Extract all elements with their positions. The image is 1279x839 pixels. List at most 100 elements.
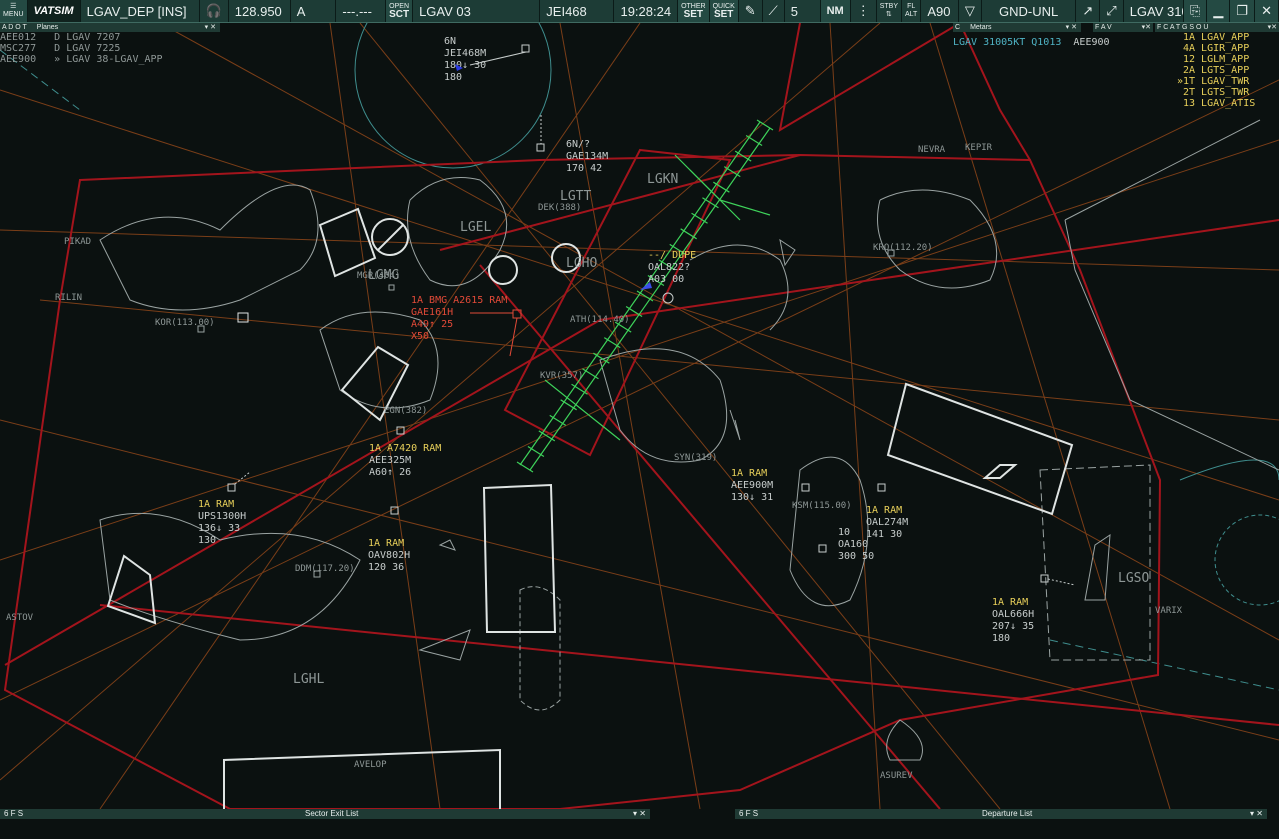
fav-list-header-box[interactable]: F A V ▾✕ bbox=[1093, 23, 1153, 32]
svg-text:6N/?: 6N/? bbox=[566, 139, 590, 150]
list-item[interactable]: 12 LGLM_APP bbox=[1155, 54, 1279, 65]
selected-callsign[interactable]: JEI468 bbox=[540, 0, 615, 22]
top-toolbar: ☰ MENU VATSIM LGAV_DEP [INS] 🎧 128.950 A … bbox=[0, 0, 1279, 23]
fix-pikad: PIKAD bbox=[64, 237, 91, 247]
svg-text:1A RAM: 1A RAM bbox=[731, 468, 767, 479]
planes-list-header[interactable]: A D O T Planes ▾ ✕ bbox=[0, 23, 220, 32]
fix-ddm: DDM(117.20) bbox=[295, 564, 355, 574]
sector-exit-list-title: Sector Exit List bbox=[305, 809, 359, 818]
airport-lghl: LGHL bbox=[293, 672, 324, 687]
svg-text:AEE325M: AEE325M bbox=[369, 455, 411, 466]
close-icon[interactable]: ✕ bbox=[1255, 0, 1279, 22]
fav-list-header[interactable]: F A V ▾✕ bbox=[1093, 23, 1153, 32]
svg-text:120 36: 120 36 bbox=[368, 562, 404, 573]
profile-display[interactable]: LGAV 310 bbox=[1124, 0, 1185, 22]
svg-text:136↓ 33: 136↓ 33 bbox=[198, 523, 240, 534]
fix-asurev: ASUREV bbox=[880, 771, 913, 781]
vector-icon[interactable]: ⤢ bbox=[1100, 0, 1124, 22]
position-label[interactable]: LGAV_DEP [INS] bbox=[81, 0, 200, 22]
fix-ksm: KSM(115.00) bbox=[792, 501, 852, 511]
fix-varix: VARIX bbox=[1155, 606, 1183, 616]
secondary-frequency[interactable]: ---.--- bbox=[336, 0, 387, 22]
atis-letter[interactable]: A bbox=[291, 0, 337, 22]
sector-exit-list-bar[interactable]: 6 F S Sector Exit List ▾ ✕ bbox=[0, 809, 650, 819]
list-item[interactable]: MSC277 D LGAV 7225 bbox=[0, 43, 220, 54]
gnd-filter[interactable]: GND-UNL bbox=[982, 0, 1077, 22]
svg-text:OAL666H: OAL666H bbox=[992, 609, 1034, 620]
list-item[interactable]: »1T LGAV_TWR bbox=[1155, 76, 1279, 87]
metar-list-close-icon[interactable]: ▾ ✕ bbox=[1066, 23, 1081, 32]
fix-nevra: NEVRA bbox=[918, 145, 946, 155]
frequency-list-header[interactable]: F C A T G S O U ▾✕ bbox=[1155, 23, 1279, 32]
metar-list[interactable]: C Metars ▾ ✕ bbox=[953, 23, 1081, 32]
export-icon[interactable]: ⎘ bbox=[1184, 0, 1208, 22]
svg-text:OA160: OA160 bbox=[838, 539, 868, 550]
svg-text:OAL822?: OAL822? bbox=[648, 262, 690, 273]
airport-lgkn: LGKN bbox=[647, 172, 678, 187]
filter-icon[interactable]: ▽ bbox=[959, 0, 982, 22]
fix-kro: KRO(112.20) bbox=[873, 243, 933, 253]
planes-list[interactable]: A D O T Planes ▾ ✕ AEE012 D LGAV 7207 MS… bbox=[0, 23, 220, 65]
list-item[interactable]: 13 LGAV_ATIS bbox=[1155, 98, 1279, 109]
svg-text:180: 180 bbox=[444, 72, 462, 83]
svg-text:1A RAM: 1A RAM bbox=[368, 538, 404, 549]
menu-icon: ☰ bbox=[10, 3, 17, 10]
list-item[interactable]: 2A LGTS_APP bbox=[1155, 65, 1279, 76]
radar-scope[interactable]: DEK(388) MGR(404) KOR(113.00) KVR(357) E… bbox=[0, 23, 1279, 809]
fl-alt-button[interactable]: FL ALT bbox=[902, 0, 922, 22]
filter-display[interactable]: A90 bbox=[921, 0, 959, 22]
list-item[interactable]: AEE012 D LGAV 7207 bbox=[0, 32, 220, 43]
list-item[interactable]: AEE900 » LGAV 38-LGAV_APP bbox=[0, 54, 220, 65]
other-set-button[interactable]: OTHER SET bbox=[678, 0, 710, 22]
route-icon[interactable]: ↗ bbox=[1076, 0, 1101, 22]
svg-text:GAE161H: GAE161H bbox=[411, 307, 453, 318]
stby-button[interactable]: STBY ⇅ bbox=[877, 0, 903, 22]
fix-avelop: AVELOP bbox=[354, 760, 387, 770]
list-item[interactable]: 2T LGTS_TWR bbox=[1155, 87, 1279, 98]
list-item[interactable]: 4A LGIR_APP bbox=[1155, 43, 1279, 54]
sector-exit-close-icon[interactable]: ▾ ✕ bbox=[633, 809, 646, 819]
frequency-display[interactable]: 128.950 bbox=[229, 0, 291, 22]
frequency-list[interactable]: F C A T G S O U ▾✕ 1A LGAV_APP 4A LGIR_A… bbox=[1155, 23, 1279, 109]
departure-list-title: Departure List bbox=[982, 809, 1033, 818]
svg-text:A60↑ 26: A60↑ 26 bbox=[369, 467, 411, 478]
quick-set-button[interactable]: QUICK SET bbox=[709, 0, 739, 22]
grid-icon[interactable]: ⋮ bbox=[851, 0, 877, 22]
vatsim-logo: VATSIM bbox=[27, 0, 81, 22]
measure-tool-icon[interactable]: ⟋ bbox=[763, 0, 785, 22]
svg-text:X50: X50 bbox=[411, 331, 429, 342]
list-item[interactable]: 1A LGAV_APP bbox=[1155, 32, 1279, 43]
minimize-icon[interactable]: ▁ bbox=[1207, 0, 1231, 22]
maximize-icon[interactable]: ❐ bbox=[1230, 0, 1256, 22]
svg-text:1A RAM: 1A RAM bbox=[992, 597, 1028, 608]
planes-list-close-icon[interactable]: ▾ ✕ bbox=[205, 23, 220, 32]
open-sct-button[interactable]: OPEN SCT bbox=[386, 0, 414, 22]
fix-rilin: RILIN bbox=[55, 293, 82, 303]
svg-text:130↓ 31: 130↓ 31 bbox=[731, 492, 773, 503]
menu-button[interactable]: ☰ MENU bbox=[0, 0, 28, 22]
svg-text:180: 180 bbox=[992, 633, 1010, 644]
headset-icon[interactable]: 🎧 bbox=[200, 0, 229, 22]
svg-text:UPS1300H: UPS1300H bbox=[198, 511, 246, 522]
svg-text:GAE134M: GAE134M bbox=[566, 151, 608, 162]
range-unit-button[interactable]: NM bbox=[820, 0, 851, 22]
svg-text:10: 10 bbox=[838, 527, 850, 538]
svg-text:6N: 6N bbox=[444, 36, 456, 47]
fav-list-close-icon[interactable]: ▾✕ bbox=[1142, 23, 1153, 32]
svg-text:AEE900M: AEE900M bbox=[731, 480, 773, 491]
sector-display[interactable]: LGAV 03 bbox=[413, 0, 541, 22]
departure-list-close-icon[interactable]: ▾ ✕ bbox=[1250, 809, 1263, 819]
svg-text:170 42: 170 42 bbox=[566, 163, 602, 174]
range-value[interactable]: 5 bbox=[785, 0, 821, 22]
svg-text:OAL274M: OAL274M bbox=[866, 517, 908, 528]
frequency-list-close-icon[interactable]: ▾✕ bbox=[1268, 23, 1279, 32]
svg-text:A03 00: A03 00 bbox=[648, 274, 684, 285]
metar-list-header[interactable]: C Metars ▾ ✕ bbox=[953, 23, 1081, 32]
fix-syn: SYN(319) bbox=[674, 453, 717, 463]
draw-tool-icon[interactable]: ✎ bbox=[739, 0, 763, 22]
departure-list-bar[interactable]: 6 F S Departure List ▾ ✕ bbox=[735, 809, 1267, 819]
svg-text:A49↑ 25: A49↑ 25 bbox=[411, 319, 453, 330]
svg-text:1A RAM: 1A RAM bbox=[866, 505, 902, 516]
svg-text:130: 130 bbox=[198, 535, 216, 546]
svg-text:OAV802H: OAV802H bbox=[368, 550, 410, 561]
